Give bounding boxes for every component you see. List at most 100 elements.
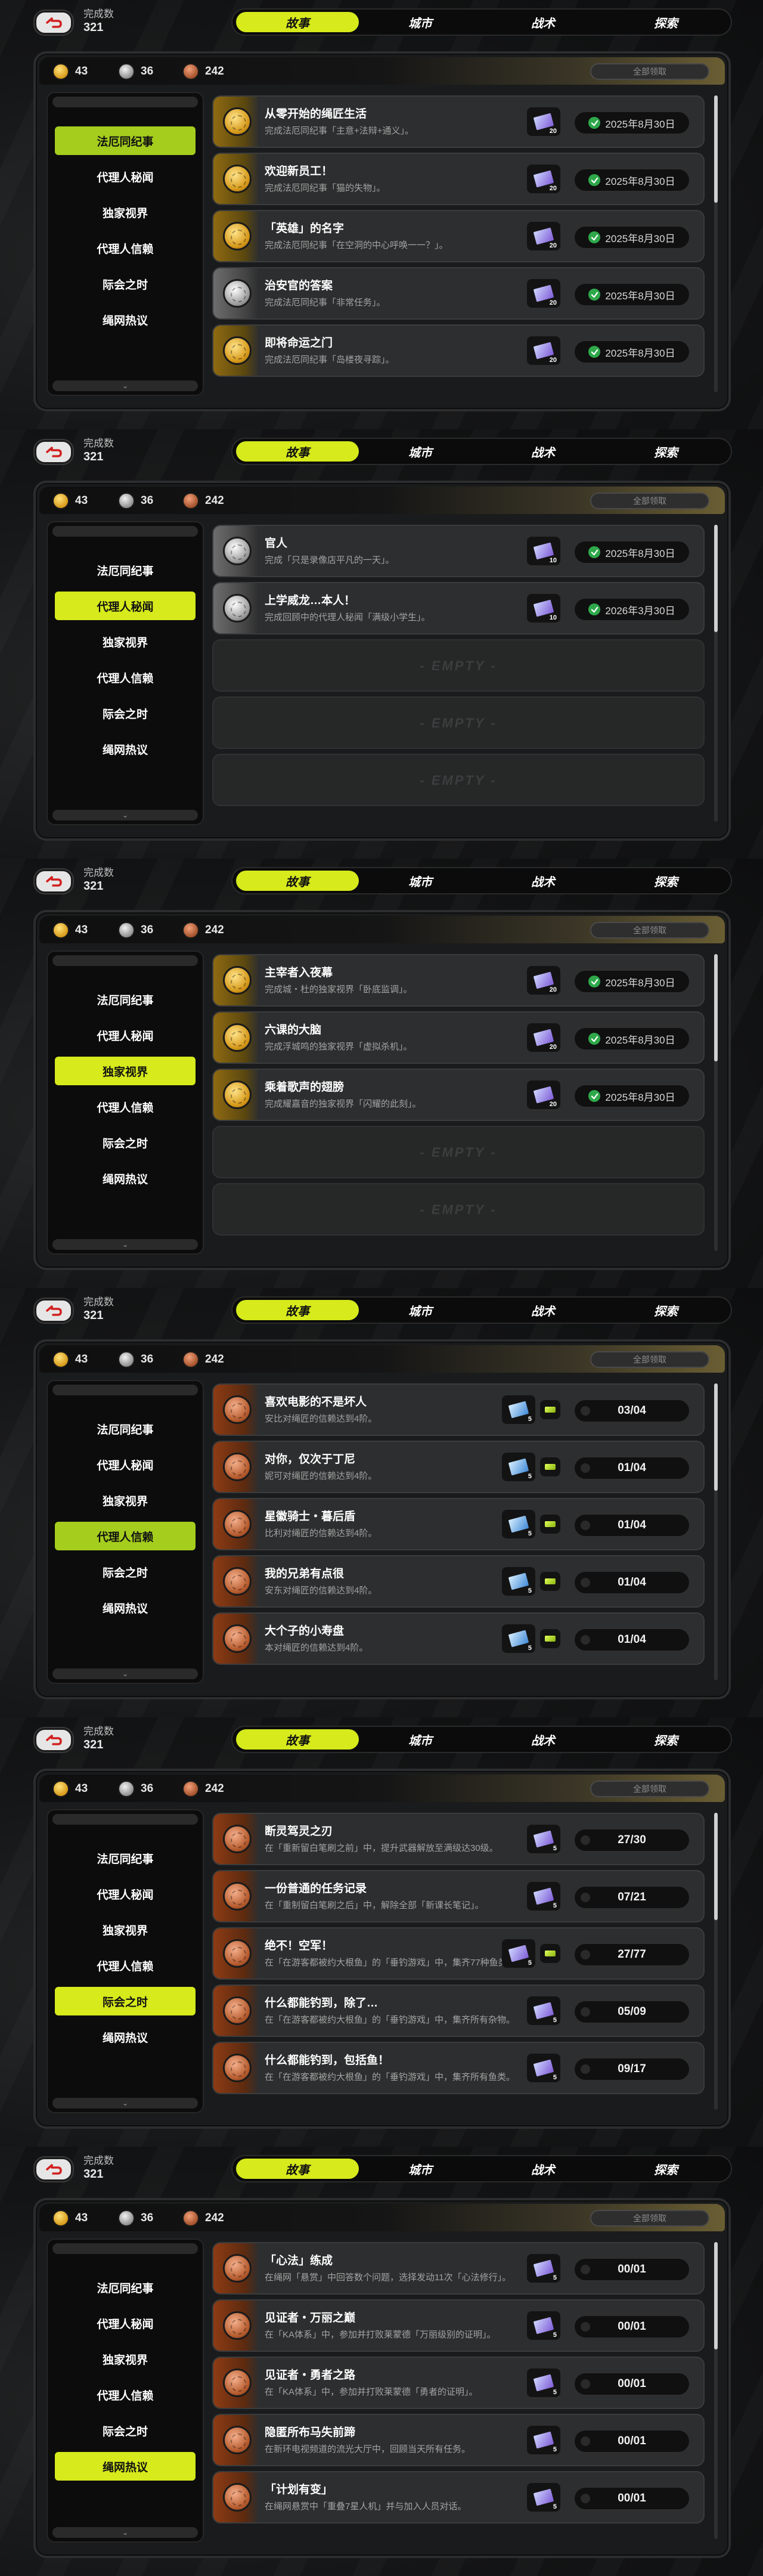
tab-2[interactable]: 战术: [482, 1300, 604, 1320]
sidebar-item-2[interactable]: 独家视界: [55, 2345, 196, 2373]
claim-all-button[interactable]: 全部领取: [590, 1351, 709, 1368]
sidebar-item-5[interactable]: 绳网热议: [55, 735, 196, 763]
achievement-row[interactable]: 隐匿所布马失前蹄 在新环电视频道的流光大厅中，回顾当天所有任务。 5 00/01: [212, 2414, 705, 2466]
tab-0[interactable]: 故事: [236, 441, 359, 462]
claim-all-button[interactable]: 全部领取: [590, 1781, 709, 1797]
sidebar-item-1[interactable]: 代理人秘闻: [55, 2309, 196, 2337]
sidebar-item-4[interactable]: 际会之时: [55, 1558, 196, 1586]
achievement-row[interactable]: 我的兄弟有点很 安东对绳匠的信赖达到4阶。 5 01/04: [212, 1555, 705, 1608]
sidebar-item-2[interactable]: 独家视界: [55, 198, 196, 227]
sidebar-item-0[interactable]: 法厄同纪事: [55, 2273, 196, 2302]
sidebar-item-5[interactable]: 绳网热议: [55, 1164, 196, 1193]
list-scrollbar[interactable]: [714, 2242, 718, 2539]
achievement-row[interactable]: 官人 完成「只是录像店平凡的一天」。 10 2025年8月30日: [212, 525, 705, 577]
sidebar-item-2[interactable]: 独家视界: [55, 1057, 196, 1085]
sidebar-item-4[interactable]: 际会之时: [55, 1128, 196, 1157]
tab-0[interactable]: 故事: [236, 871, 359, 891]
sidebar-item-5[interactable]: 绳网热议: [55, 2452, 196, 2481]
list-scrollbar[interactable]: [714, 1813, 718, 2110]
back-button[interactable]: [35, 11, 73, 35]
achievement-row[interactable]: 断灵驾灵之刃 在「重新留白笔刷之前」中，提升武器解放至满级达30级。 5 27/30: [212, 1813, 705, 1865]
sidebar-item-3[interactable]: 代理人信赖: [55, 1522, 196, 1550]
achievement-row[interactable]: 从零开始的绳匠生活 完成法厄同纪事「主意+法辩+通义」。 20 2025年8月30日: [212, 95, 705, 148]
sidebar-scroll-down[interactable]: ⌄: [52, 2527, 198, 2538]
list-scrollbar[interactable]: [714, 1383, 718, 1680]
achievement-row[interactable]: 上学威龙…本人！ 完成回顾中的代理人秘闻「满级小学生」。 10 2026年3月30日: [212, 582, 705, 634]
achievement-row[interactable]: 欢迎新员工！ 完成法厄同纪事「猫的失物」。 20 2025年8月30日: [212, 153, 705, 205]
tab-2[interactable]: 战术: [482, 441, 604, 462]
sidebar-scroll-down[interactable]: ⌄: [52, 1239, 198, 1250]
sidebar-item-4[interactable]: 际会之时: [55, 1987, 196, 2015]
sidebar-item-1[interactable]: 代理人秘闻: [55, 162, 196, 191]
achievement-row[interactable]: 一份普通的任务记录 在「重制留白笔刷之后」中，解除全部「新课长笔记」。 5 07/21: [212, 1870, 705, 1922]
sidebar-scroll-up[interactable]: [52, 1814, 198, 1825]
achievement-row[interactable]: 什么都能钓到，包括鱼！ 在「在游客都被约大根鱼」的「垂钓游戏」中，集齐所有鱼类。 5…: [212, 2042, 705, 2094]
sidebar-item-2[interactable]: 独家视界: [55, 627, 196, 656]
achievement-row[interactable]: 大个子的小寿盘 本对绳匠的信赖达到4阶。 5 01/04: [212, 1612, 705, 1665]
tab-2[interactable]: 战术: [482, 12, 604, 32]
scrollbar-thumb[interactable]: [714, 525, 718, 632]
achievement-row[interactable]: 即将命运之门 完成法厄同纪事「岛楼夜寻踪」。 20 2025年8月30日: [212, 324, 705, 377]
sidebar-item-1[interactable]: 代理人秘闻: [55, 1021, 196, 1049]
back-button[interactable]: [35, 869, 73, 893]
sidebar-scroll-up[interactable]: [52, 1385, 198, 1395]
list-scrollbar[interactable]: [714, 95, 718, 392]
sidebar-item-4[interactable]: 际会之时: [55, 270, 196, 298]
back-button[interactable]: [35, 1299, 73, 1323]
sidebar-item-5[interactable]: 绳网热议: [55, 1593, 196, 1622]
achievement-row[interactable]: 六课的大脑 完成浮城鸣的独家视界「虚拟杀机」。 20 2025年8月30日: [212, 1011, 705, 1064]
sidebar-item-5[interactable]: 绳网热议: [55, 305, 196, 334]
sidebar-item-0[interactable]: 法厄同纪事: [55, 556, 196, 584]
sidebar-scroll-down[interactable]: ⌄: [52, 2098, 198, 2109]
sidebar-item-3[interactable]: 代理人信赖: [55, 1092, 196, 1121]
tab-2[interactable]: 战术: [482, 1729, 604, 1750]
sidebar-item-5[interactable]: 绳网热议: [55, 2023, 196, 2051]
sidebar-scroll-down[interactable]: ⌄: [52, 1668, 198, 1679]
scrollbar-thumb[interactable]: [714, 1383, 718, 1491]
back-button[interactable]: [35, 1728, 73, 1752]
list-scrollbar[interactable]: [714, 954, 718, 1251]
scrollbar-thumb[interactable]: [714, 2242, 718, 2349]
sidebar-item-4[interactable]: 际会之时: [55, 2416, 196, 2445]
achievement-row[interactable]: 见证者・万丽之巅 在「KA体系」中，参加并打败莱蒙德「万丽级别的证明」。 5 00/0…: [212, 2299, 705, 2352]
sidebar-item-3[interactable]: 代理人信赖: [55, 234, 196, 262]
achievement-row[interactable]: 见证者・勇者之路 在「KA体系」中，参加并打败莱蒙德「勇者的证明」。 5 00/01: [212, 2357, 705, 2409]
tab-0[interactable]: 故事: [236, 1729, 359, 1750]
sidebar-scroll-up[interactable]: [52, 97, 198, 107]
tab-0[interactable]: 故事: [236, 1300, 359, 1320]
sidebar-scroll-down[interactable]: ⌄: [52, 380, 198, 391]
sidebar-item-0[interactable]: 法厄同纪事: [55, 126, 196, 155]
sidebar-scroll-up[interactable]: [52, 2243, 198, 2254]
achievement-row[interactable]: 「英雄」的名字 完成法厄同纪事「在空洞的中心呼唤一一？」。 20 2025年8月30日: [212, 210, 705, 262]
tab-3[interactable]: 探索: [604, 441, 727, 462]
sidebar-item-2[interactable]: 独家视界: [55, 1486, 196, 1515]
sidebar-item-3[interactable]: 代理人信赖: [55, 1951, 196, 1980]
sidebar-scroll-down[interactable]: ⌄: [52, 810, 198, 821]
sidebar-item-1[interactable]: 代理人秘闻: [55, 1880, 196, 1908]
sidebar-item-1[interactable]: 代理人秘闻: [55, 1450, 196, 1479]
achievement-row[interactable]: 治安官的答案 完成法厄同纪事「非常任务」。 20 2025年8月30日: [212, 267, 705, 320]
sidebar-item-4[interactable]: 际会之时: [55, 699, 196, 727]
achievement-row[interactable]: 喜欢电影的不是坏人 安比对绳匠的信赖达到4阶。 5 03/04: [212, 1383, 705, 1436]
sidebar-item-0[interactable]: 法厄同纪事: [55, 1414, 196, 1443]
tab-1[interactable]: 城市: [359, 1729, 482, 1750]
sidebar-scroll-up[interactable]: [52, 526, 198, 537]
tab-3[interactable]: 探索: [604, 1729, 727, 1750]
back-button[interactable]: [35, 2157, 73, 2181]
tab-2[interactable]: 战术: [482, 871, 604, 891]
tab-1[interactable]: 城市: [359, 1300, 482, 1320]
sidebar-item-3[interactable]: 代理人信赖: [55, 663, 196, 692]
scrollbar-thumb[interactable]: [714, 954, 718, 1061]
sidebar-item-3[interactable]: 代理人信赖: [55, 2380, 196, 2409]
achievement-row[interactable]: 什么都能钓到，除了… 在「在游客都被约大根鱼」的「垂钓游戏」中，集齐所有杂物。 5 0…: [212, 1984, 705, 2037]
tab-0[interactable]: 故事: [236, 2159, 359, 2179]
list-scrollbar[interactable]: [714, 525, 718, 822]
back-button[interactable]: [35, 440, 73, 464]
claim-all-button[interactable]: 全部领取: [590, 922, 709, 939]
achievement-row[interactable]: 「心法」练成 在绳网「悬赏」中回答数个问题，选择发动11次「心法修行」。 5 00/0…: [212, 2242, 705, 2295]
scrollbar-thumb[interactable]: [714, 95, 718, 203]
sidebar-item-0[interactable]: 法厄同纪事: [55, 985, 196, 1014]
tab-3[interactable]: 探索: [604, 12, 727, 32]
achievement-row[interactable]: 「计划有变」 在绳网悬赏中「重叠7星人机」并与加入人员对话。 5 00/01: [212, 2471, 705, 2524]
sidebar-scroll-up[interactable]: [52, 955, 198, 966]
